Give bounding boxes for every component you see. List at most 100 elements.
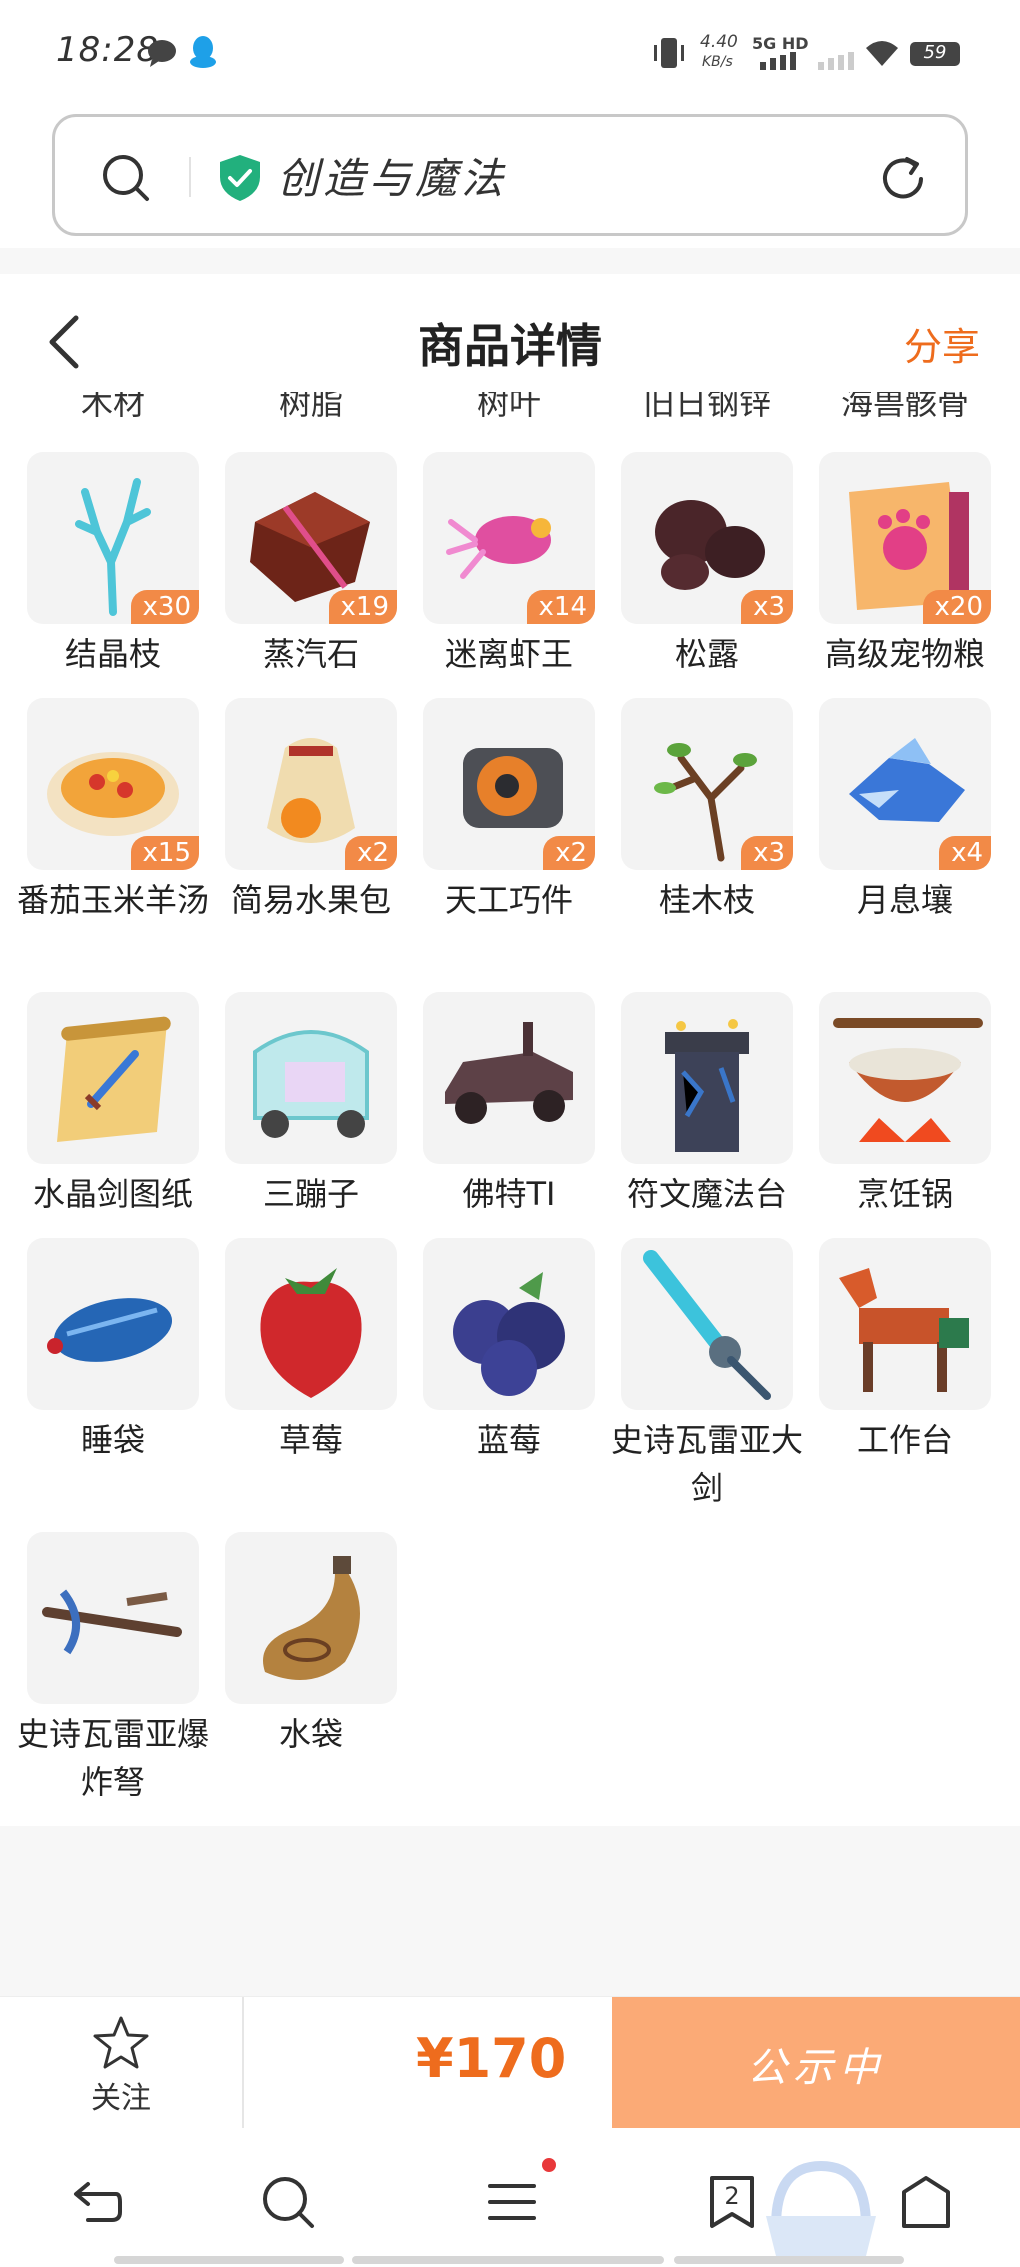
item-tile: x19 [225,452,397,624]
item-name: 工作台 [856,1421,953,1459]
cut-label: 海兽骸骨 [840,392,969,418]
list-item[interactable]: 工作台 [819,1238,991,1459]
list-item[interactable]: 蓝莓 [423,1238,595,1459]
search-icon[interactable] [258,2172,318,2232]
list-item[interactable]: 三蹦子 [225,992,397,1213]
purchase-action-bar: 关注 ¥170 公示中 [0,1996,1020,2129]
blueberry-icon [453,1272,565,1396]
item-tile: x30 [27,452,199,624]
refresh-icon[interactable] [877,153,929,205]
sleeping-bag-icon [47,1298,173,1362]
share-button[interactable]: 分享 [904,316,980,371]
page-title: 商品详情 [418,319,602,373]
item-tile: x2 [423,698,595,870]
gesture-bar [114,2256,344,2264]
list-item[interactable]: 史诗瓦雷亚爆炸弩 [17,1532,209,1801]
status-time: 18:28 [56,30,159,70]
list-item[interactable]: x3 桂木枝 [621,698,793,919]
item-tile: x14 [423,452,595,624]
public-notice-button[interactable]: 公示中 [612,1997,1020,2129]
cut-label: 木材 [80,392,145,418]
item-tile [27,992,199,1164]
site-title[interactable]: 创造与魔法 [277,145,507,206]
item-tile [819,1238,991,1410]
tabs-button[interactable]: 2 [702,2172,762,2232]
back-arrow-icon[interactable] [66,2172,126,2232]
item-tile [621,1238,793,1410]
item-name: 蓝莓 [476,1421,541,1459]
qq-icon [190,36,216,68]
item-name: 迷离虾王 [444,635,573,673]
quantity-badge: x15 [130,836,199,870]
item-tile [225,1532,397,1704]
item-name: 史诗瓦雷亚爆炸弩 [16,1715,209,1801]
item-name: 月息壤 [856,881,953,919]
follow-button[interactable]: 关注 [0,1997,242,2129]
notification-dot [542,2158,556,2172]
quantity-badge: x2 [345,836,397,870]
wifi-icon [866,41,898,66]
follow-label: 关注 [91,2081,151,2116]
mascot-icon [766,2160,876,2256]
home-icon[interactable] [896,2172,956,2232]
address-bar[interactable]: 创造与魔法 [52,114,968,236]
list-item[interactable]: 草莓 [225,1238,397,1459]
chat-icon [148,40,176,67]
list-item[interactable]: x30 结晶枝 [27,452,199,673]
browser-toolbar: 2 [0,2128,1020,2267]
cut-label: 树叶 [476,392,541,418]
list-item[interactable]: 睡袋 [27,1238,199,1459]
search-divider [189,157,191,197]
vibrate-icon [654,38,684,68]
item-name: 水晶剑图纸 [32,1175,193,1213]
public-notice-label: 公示中 [747,2045,885,2091]
list-item[interactable]: 史诗瓦雷亚大剑 [611,1238,803,1507]
net-unit: KB/s [702,54,733,70]
item-tile: x20 [819,452,991,624]
item-name: 天工巧件 [444,881,573,919]
list-item[interactable]: x14 迷离虾王 [423,452,595,673]
status-bar: 18:28 4.40 KB/s 5G HD 59 [0,0,1020,104]
item-name: 简易水果包 [230,881,391,919]
search-icon[interactable] [101,153,151,203]
item-tile [27,1532,199,1704]
item-name: 佛特TI [462,1175,556,1213]
list-item[interactable]: 烹饪锅 [819,992,991,1213]
list-item[interactable]: x2 简易水果包 [225,698,397,919]
rune-altar-icon [665,1019,749,1152]
quantity-badge: x3 [741,836,793,870]
tricycle-icon [253,1030,369,1138]
item-tile [27,1238,199,1410]
item-name: 烹饪锅 [856,1175,953,1213]
gesture-bar [674,2256,904,2264]
list-item[interactable]: x2 天工巧件 [423,698,595,919]
list-item[interactable]: x20 高级宠物粮 [819,452,991,673]
quantity-badge: x2 [543,836,595,870]
action-divider [242,1997,244,2129]
list-item[interactable]: 水袋 [225,1532,397,1753]
price: ¥170 [416,2027,567,2090]
list-item[interactable]: x4 月息壤 [819,698,991,919]
item-tile [225,1238,397,1410]
item-name: 高级宠物粮 [824,635,985,673]
section-gap [0,248,1020,274]
list-item[interactable]: x3 松露 [621,452,793,673]
strawberry-icon [260,1268,362,1398]
menu-icon[interactable] [482,2172,542,2232]
water-bag-icon [263,1556,360,1680]
scroll-icon [57,1016,171,1142]
list-footer-space [0,1826,1020,1998]
list-item[interactable]: 符文魔法台 [621,992,793,1213]
list-item[interactable]: 佛特TI [423,992,595,1213]
item-name: 松露 [674,635,739,673]
quantity-badge: x3 [741,590,793,624]
list-item[interactable]: 水晶剑图纸 [27,992,199,1213]
item-name: 蒸汽石 [262,635,359,673]
crossbow-icon [42,1589,182,1655]
tab-count: 2 [724,2182,740,2210]
list-item[interactable]: x15 番茄玉米羊汤 [17,698,209,919]
list-item[interactable]: x19 蒸汽石 [225,452,397,673]
item-tile: x4 [819,698,991,870]
quantity-badge: x30 [130,590,199,624]
cut-label: 树脂 [278,392,343,418]
